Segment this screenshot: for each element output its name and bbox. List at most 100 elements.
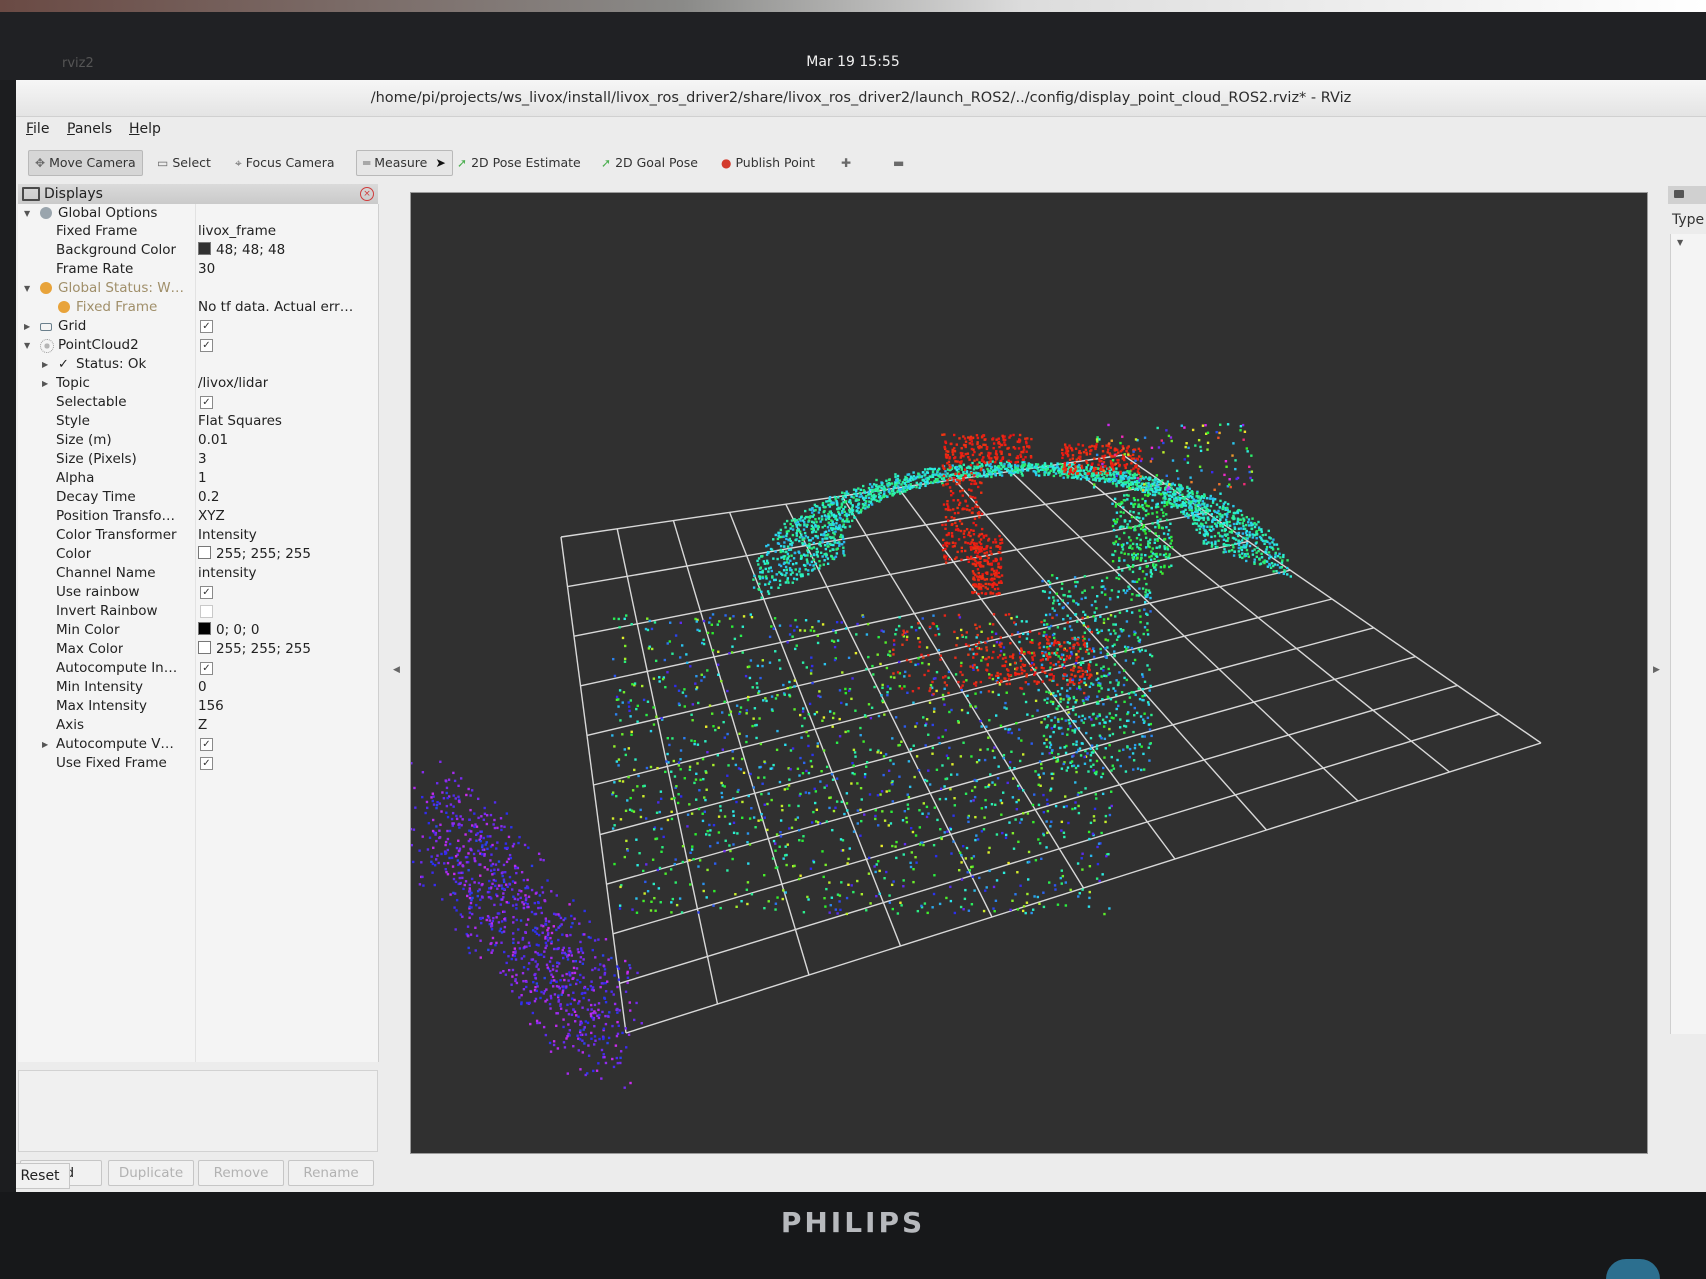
- collapse-left-arrow-icon[interactable]: ◀: [393, 665, 400, 675]
- use-fixed-frame-checkbox[interactable]: ✓: [200, 757, 213, 770]
- tree-row-axis[interactable]: Axis Z: [18, 716, 376, 735]
- tree-value[interactable]: Intensity: [198, 526, 257, 545]
- cloud-point: [435, 803, 439, 807]
- cloud-point: [665, 760, 668, 763]
- pointcloud-enabled-checkbox[interactable]: ✓: [200, 339, 213, 352]
- tree-row-pointcloud2[interactable]: ▼ PointCloud2 ✓: [18, 336, 376, 355]
- cloud-point: [553, 993, 557, 996]
- autocompute-intensity-checkbox[interactable]: ✓: [200, 662, 213, 675]
- tree-row-invert-rainbow[interactable]: Invert Rainbow: [18, 602, 376, 621]
- tree-row-max-intensity[interactable]: Max Intensity 156: [18, 697, 376, 716]
- tree-row-alpha[interactable]: Alpha 1: [18, 469, 376, 488]
- tree-row-max-color[interactable]: Max Color 255; 255; 255: [18, 640, 376, 659]
- menu-help[interactable]: Help: [129, 121, 161, 137]
- tree-value[interactable]: livox_frame: [198, 222, 276, 241]
- tree-row-use-fixed-frame[interactable]: Use Fixed Frame ✓: [18, 754, 376, 773]
- tree-value[interactable]: 30: [198, 260, 215, 279]
- tree-value[interactable]: 0.01: [198, 431, 228, 450]
- tree-row-global-options[interactable]: ▼ Global Options: [18, 204, 376, 223]
- expand-arrow-icon[interactable]: ▼: [24, 336, 30, 355]
- tree-value[interactable]: XYZ: [198, 507, 225, 526]
- cloud-point: [440, 852, 443, 856]
- cloud-point: [553, 979, 556, 982]
- render-viewport[interactable]: [410, 192, 1648, 1154]
- tree-value[interactable]: 255; 255; 255: [198, 545, 311, 564]
- displays-tree[interactable]: ▼ Global Options Fixed Frame livox_frame…: [18, 204, 379, 1062]
- goal-pose-button[interactable]: ➚ 2D Goal Pose: [594, 150, 705, 176]
- measure-button[interactable]: ═ Measure ➤: [356, 150, 453, 176]
- tree-row-style[interactable]: Style Flat Squares: [18, 412, 376, 431]
- reset-button[interactable]: Reset: [16, 1163, 70, 1189]
- system-clock[interactable]: Mar 19 15:55: [0, 54, 1706, 70]
- move-camera-button[interactable]: ✥ Move Camera: [28, 150, 143, 176]
- collapse-arrow-icon[interactable]: ▶: [42, 374, 48, 393]
- tree-row-global-status[interactable]: ▼ Global Status: W…: [18, 279, 376, 298]
- collapse-right-arrow-icon[interactable]: ▶: [1653, 665, 1660, 675]
- tree-row-autocompute-value[interactable]: ▶ Autocompute V… ✓: [18, 735, 376, 754]
- menu-panels[interactable]: Panels: [67, 121, 112, 137]
- tree-row-background-color[interactable]: Background Color 48; 48; 48: [18, 241, 376, 260]
- use-rainbow-checkbox[interactable]: ✓: [200, 586, 213, 599]
- tree-row-position-transformer[interactable]: Position Transfo… XYZ: [18, 507, 376, 526]
- duplicate-button[interactable]: Duplicate: [108, 1160, 194, 1186]
- tree-row-topic[interactable]: ▶ Topic /livox/lidar: [18, 374, 376, 393]
- rename-button[interactable]: Rename: [288, 1160, 374, 1186]
- close-icon[interactable]: ×: [360, 187, 374, 201]
- cloud-point: [635, 707, 638, 711]
- tree-row-min-color[interactable]: Min Color 0; 0; 0: [18, 621, 376, 640]
- add-tool-button[interactable]: ✚: [834, 150, 862, 176]
- tree-value[interactable]: 156: [198, 697, 224, 716]
- expand-arrow-icon[interactable]: ▼: [24, 279, 30, 298]
- cloud-point: [784, 574, 787, 577]
- cloud-point: [492, 823, 495, 826]
- invert-rainbow-checkbox[interactable]: [200, 605, 213, 618]
- tree-row-color-transformer[interactable]: Color Transformer Intensity: [18, 526, 376, 545]
- tree-value[interactable]: 255; 255; 255: [198, 640, 311, 659]
- cloud-point: [688, 883, 692, 886]
- autocompute-value-checkbox[interactable]: ✓: [200, 738, 213, 751]
- select-button[interactable]: ▭ Select: [150, 150, 218, 176]
- focus-camera-button[interactable]: ⌖ Focus Camera: [228, 150, 342, 176]
- tree-row-min-intensity[interactable]: Min Intensity 0: [18, 678, 376, 697]
- tree-value[interactable]: 48; 48; 48: [198, 241, 285, 260]
- cloud-point: [902, 853, 905, 856]
- tree-value[interactable]: 0; 0; 0: [198, 621, 259, 640]
- grid-enabled-checkbox[interactable]: ✓: [200, 320, 213, 333]
- publish-point-button[interactable]: ● Publish Point: [714, 150, 822, 176]
- tree-row-use-rainbow[interactable]: Use rainbow ✓: [18, 583, 376, 602]
- tree-row-decay-time[interactable]: Decay Time 0.2: [18, 488, 376, 507]
- tree-value[interactable]: /livox/lidar: [198, 374, 268, 393]
- tree-value[interactable]: 3: [198, 450, 207, 469]
- scene-3d[interactable]: [411, 193, 1647, 1153]
- tree-row-channel-name[interactable]: Channel Name intensity: [18, 564, 376, 583]
- color-swatch: [198, 242, 211, 255]
- selectable-checkbox[interactable]: ✓: [200, 396, 213, 409]
- collapse-arrow-icon[interactable]: ▶: [24, 317, 30, 336]
- collapse-arrow-icon[interactable]: ▶: [42, 355, 48, 374]
- pose-estimate-button[interactable]: ➚ 2D Pose Estimate: [450, 150, 588, 176]
- tree-row-grid[interactable]: ▶ Grid ✓: [18, 317, 376, 336]
- cloud-point: [1109, 632, 1112, 636]
- tree-row-fixed-frame[interactable]: Fixed Frame livox_frame: [18, 222, 376, 241]
- cloud-point: [779, 667, 782, 670]
- tree-value[interactable]: 0.2: [198, 488, 219, 507]
- remove-tool-button[interactable]: ▬: [886, 150, 915, 176]
- tree-row-size-pixels[interactable]: Size (Pixels) 3: [18, 450, 376, 469]
- tree-row-selectable[interactable]: Selectable ✓: [18, 393, 376, 412]
- tree-row-color[interactable]: Color 255; 255; 255: [18, 545, 376, 564]
- tree-row-status-ok[interactable]: ▶ ✓ Status: Ok: [18, 355, 376, 374]
- expand-arrow-icon[interactable]: ▼: [24, 204, 30, 223]
- tree-value[interactable]: 1: [198, 469, 207, 488]
- tree-row-autocompute-intensity[interactable]: Autocompute In… ✓: [18, 659, 376, 678]
- tree-row-status-fixed-frame[interactable]: Fixed Frame No tf data. Actual err…: [18, 298, 376, 317]
- remove-button[interactable]: Remove: [198, 1160, 284, 1186]
- tree-row-frame-rate[interactable]: Frame Rate 30: [18, 260, 376, 279]
- tree-value[interactable]: Flat Squares: [198, 412, 282, 431]
- tree-row-size-m[interactable]: Size (m) 0.01: [18, 431, 376, 450]
- menu-file[interactable]: File: [26, 121, 49, 137]
- tree-value[interactable]: 0: [198, 678, 207, 697]
- cloud-point: [940, 837, 943, 841]
- tree-value[interactable]: intensity: [198, 564, 257, 583]
- tree-value[interactable]: Z: [198, 716, 207, 735]
- collapse-arrow-icon[interactable]: ▶: [42, 735, 48, 754]
